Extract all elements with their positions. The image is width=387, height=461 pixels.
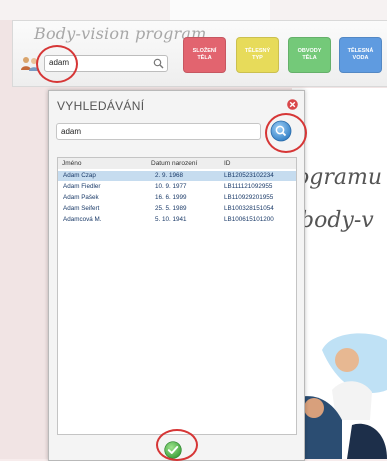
dialog-search-value: adam xyxy=(61,127,82,136)
cell-birth: 25. 5. 1989 xyxy=(155,205,187,212)
app-script-line-2: body-v xyxy=(300,208,374,233)
app-topbar-glare xyxy=(170,0,270,20)
cell-birth: 5. 10. 1941 xyxy=(155,216,187,223)
dialog-search-button[interactable] xyxy=(270,120,292,142)
search-icon[interactable] xyxy=(153,58,164,69)
column-header-birth[interactable]: Datum narození xyxy=(151,159,197,168)
tile-body-girth[interactable]: OBVODY TĚLA xyxy=(288,37,331,73)
app-script-line-1: ogramu xyxy=(296,165,382,190)
users-icon xyxy=(21,57,39,71)
column-header-name[interactable]: Jméno xyxy=(62,159,82,168)
tile-body-composition[interactable]: SLOŽENÍ TĚLA xyxy=(183,37,226,73)
cell-id: LB120523102234 xyxy=(224,172,274,179)
cell-id: LB100328151054 xyxy=(224,205,274,212)
cell-birth: 10. 9. 1977 xyxy=(155,183,187,190)
cell-name: Adam Czap xyxy=(63,172,96,179)
results-table: Jméno Datum narození ID Adam Czap 2. 9. … xyxy=(57,157,297,435)
table-row[interactable]: Adam Seifert 25. 5. 1989 LB100328151054 xyxy=(58,204,296,214)
search-dialog: VYHLEDÁVÁNÍ adam Jméno Datum narození ID… xyxy=(48,90,305,461)
table-row[interactable]: Adam Czap 2. 9. 1968 LB120523102234 xyxy=(58,171,296,181)
app-title: Body-vision program xyxy=(34,24,207,43)
family-photo xyxy=(292,330,387,459)
cell-birth: 16. 6. 1999 xyxy=(155,194,187,201)
column-header-id[interactable]: ID xyxy=(224,159,231,168)
patient-search-input[interactable]: adam xyxy=(44,55,168,72)
cell-name: Adam Pašek xyxy=(63,194,99,201)
table-row[interactable]: Adamcová M. 5. 10. 1941 LB100615101200 xyxy=(58,215,296,225)
dialog-search-input[interactable]: adam xyxy=(56,123,261,140)
table-row[interactable]: Adam Fiedler 10. 9. 1977 LB111121092955 xyxy=(58,182,296,192)
cell-id: LB100615101200 xyxy=(224,216,274,223)
cell-birth: 2. 9. 1968 xyxy=(155,172,184,179)
cell-name: Adam Seifert xyxy=(63,205,100,212)
tile-body-type[interactable]: TĚLESNÝ TYP xyxy=(236,37,279,73)
cell-id: LB111121092955 xyxy=(224,183,273,190)
ok-check-button[interactable] xyxy=(164,441,182,459)
dialog-title: VYHLEDÁVÁNÍ xyxy=(57,99,145,113)
cell-id: LB110929201955 xyxy=(224,194,274,201)
close-icon[interactable] xyxy=(287,99,298,110)
cell-name: Adam Fiedler xyxy=(63,183,101,190)
patient-search-value: adam xyxy=(49,58,70,67)
cell-name: Adamcová M. xyxy=(63,216,102,223)
tile-body-water[interactable]: TĚLESNÁ VODA xyxy=(339,37,382,73)
table-row[interactable]: Adam Pašek 16. 6. 1999 LB110929201955 xyxy=(58,193,296,203)
